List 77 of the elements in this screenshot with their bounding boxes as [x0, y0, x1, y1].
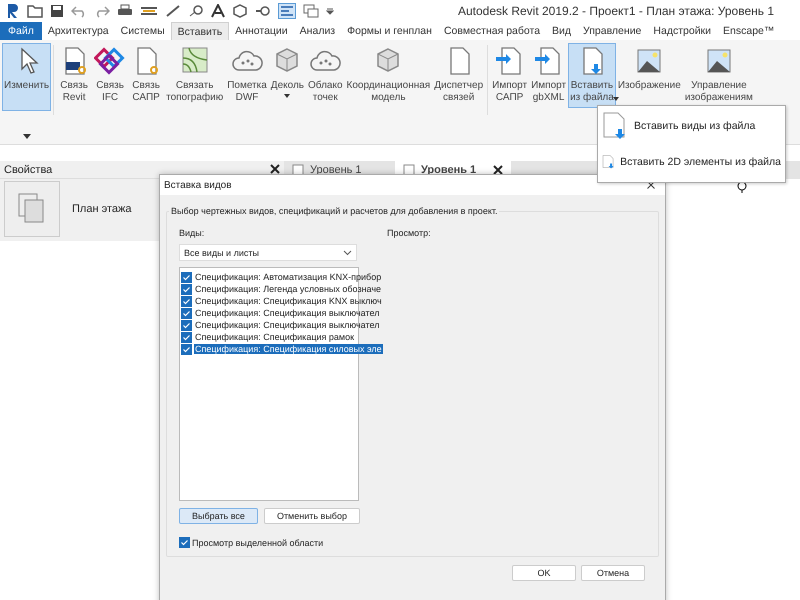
close-icon[interactable]	[270, 164, 280, 174]
select-all-button[interactable]: Выбрать все	[179, 508, 258, 524]
ribbon-tab[interactable]: Системы	[114, 22, 171, 40]
list-item[interactable]: Спецификация: Автоматизация KNX-прибор	[194, 272, 382, 282]
panel-title: Свойства	[4, 164, 52, 176]
deselect-button[interactable]: Отменить выбор	[264, 508, 360, 524]
ribbon-tab[interactable]: Вид	[546, 22, 578, 40]
field-label: Виды:	[179, 228, 206, 238]
ok-button[interactable]: OK	[512, 565, 576, 581]
print-icon[interactable]	[117, 4, 133, 18]
floor-plan-icon	[4, 181, 60, 237]
redo-icon[interactable]	[94, 4, 110, 18]
cancel-button[interactable]: Отмена	[581, 565, 645, 581]
checkbox[interactable]	[181, 344, 192, 354]
ribbon-button[interactable]: Пометка DWF	[225, 43, 269, 108]
menu-item[interactable]: Вставить виды из файла	[598, 108, 785, 144]
ribbon-button[interactable]: Связь САПР	[128, 43, 164, 108]
ribbon-button[interactable]: Импорт gbXML	[529, 43, 568, 108]
revit-logo-icon[interactable]	[6, 3, 20, 19]
ribbon-tab[interactable]: Управление	[577, 22, 648, 40]
checkbox[interactable]	[179, 537, 190, 548]
ribbon-button[interactable]: Вставить из файла	[568, 43, 616, 108]
caret-icon	[612, 97, 619, 101]
window-title: Autodesk Revit 2019.2 - Проект1 - План этажа: Уровень 1	[458, 4, 774, 18]
checkbox-label: Просмотр выделенной области	[192, 538, 324, 548]
list-item[interactable]: Спецификация: Спецификация выключател	[194, 308, 380, 318]
checkbox[interactable]	[181, 320, 192, 330]
list-item[interactable]: Спецификация: Спецификация KNX выключ	[194, 296, 383, 306]
checkbox[interactable]	[181, 272, 192, 282]
ribbon-tab[interactable]: Анализ	[294, 22, 342, 40]
thin-lines-icon[interactable]	[278, 3, 296, 19]
ribbon-button[interactable]: Деколь	[268, 43, 306, 102]
list-item[interactable]: Спецификация: Спецификация силовых эле	[194, 344, 383, 354]
ribbon-tab[interactable]: Формы и генплан	[341, 22, 438, 40]
checkbox[interactable]	[181, 296, 192, 306]
type-label: План этажа	[72, 203, 132, 215]
ribbon-button[interactable]: Облако точек	[306, 43, 345, 108]
measure-icon[interactable]	[165, 4, 181, 18]
ribbon-tab[interactable]: Enscape™	[717, 22, 780, 40]
ribbon-button[interactable]: Изменить	[2, 43, 52, 111]
list-item[interactable]: Спецификация: Легенда условных обозначе	[194, 284, 382, 294]
ribbon-tab[interactable]: Вставить	[170, 22, 230, 40]
checkbox[interactable]	[181, 332, 192, 342]
caret-icon	[284, 94, 290, 98]
save-icon[interactable]	[50, 4, 64, 18]
ribbon-button[interactable]: Связь Revit	[56, 43, 92, 108]
dimension-icon[interactable]	[140, 4, 158, 18]
ribbon-tab[interactable]: Надстройки	[647, 22, 718, 40]
checkbox[interactable]	[181, 308, 192, 318]
list-item[interactable]: Спецификация: Спецификация выключател	[194, 320, 380, 330]
ribbon-tab[interactable]: Аннотации	[229, 22, 294, 40]
folder-icon[interactable]	[27, 4, 43, 18]
group-title: Выбор чертежных видов, спецификаций и расчетов для добавления в проект.	[169, 206, 500, 216]
dropdown-caret-icon[interactable]	[326, 7, 334, 15]
field-label: Просмотр:	[387, 228, 431, 240]
dropdown-caret-icon[interactable]	[23, 134, 31, 138]
list-item[interactable]: Спецификация: Спецификация рамок	[194, 332, 356, 342]
dialog-title: Вставка видов	[164, 180, 232, 190]
ribbon-button[interactable]: Связь IFC	[92, 43, 128, 108]
ribbon-button[interactable]: Диспетчер связей	[432, 43, 486, 108]
ribbon-tab[interactable]: Архитектура	[42, 22, 115, 40]
views-dropdown[interactable]: Все виды и листы	[179, 244, 357, 261]
ribbon-button[interactable]: Импорт САПР	[490, 43, 530, 108]
chevron-down-icon	[343, 250, 352, 256]
windows-icon[interactable]	[303, 4, 319, 18]
undo-icon[interactable]	[71, 4, 87, 18]
ribbon-button[interactable]: Изображение	[616, 43, 683, 96]
checkbox[interactable]	[181, 284, 192, 294]
text-icon[interactable]	[211, 4, 225, 18]
ribbon-button[interactable]: Координационная модель	[344, 43, 432, 108]
ribbon-tab[interactable]: Совместная работа	[438, 22, 546, 40]
close-icon[interactable]	[493, 165, 503, 175]
menu-item[interactable]: Вставить 2D элементы из файла	[598, 144, 785, 180]
file-tab[interactable]: Файл	[0, 22, 42, 40]
ribbon-button[interactable]: Связать топографию	[164, 43, 226, 108]
linked-squares-icon	[94, 46, 126, 76]
close-icon[interactable]	[647, 181, 655, 189]
